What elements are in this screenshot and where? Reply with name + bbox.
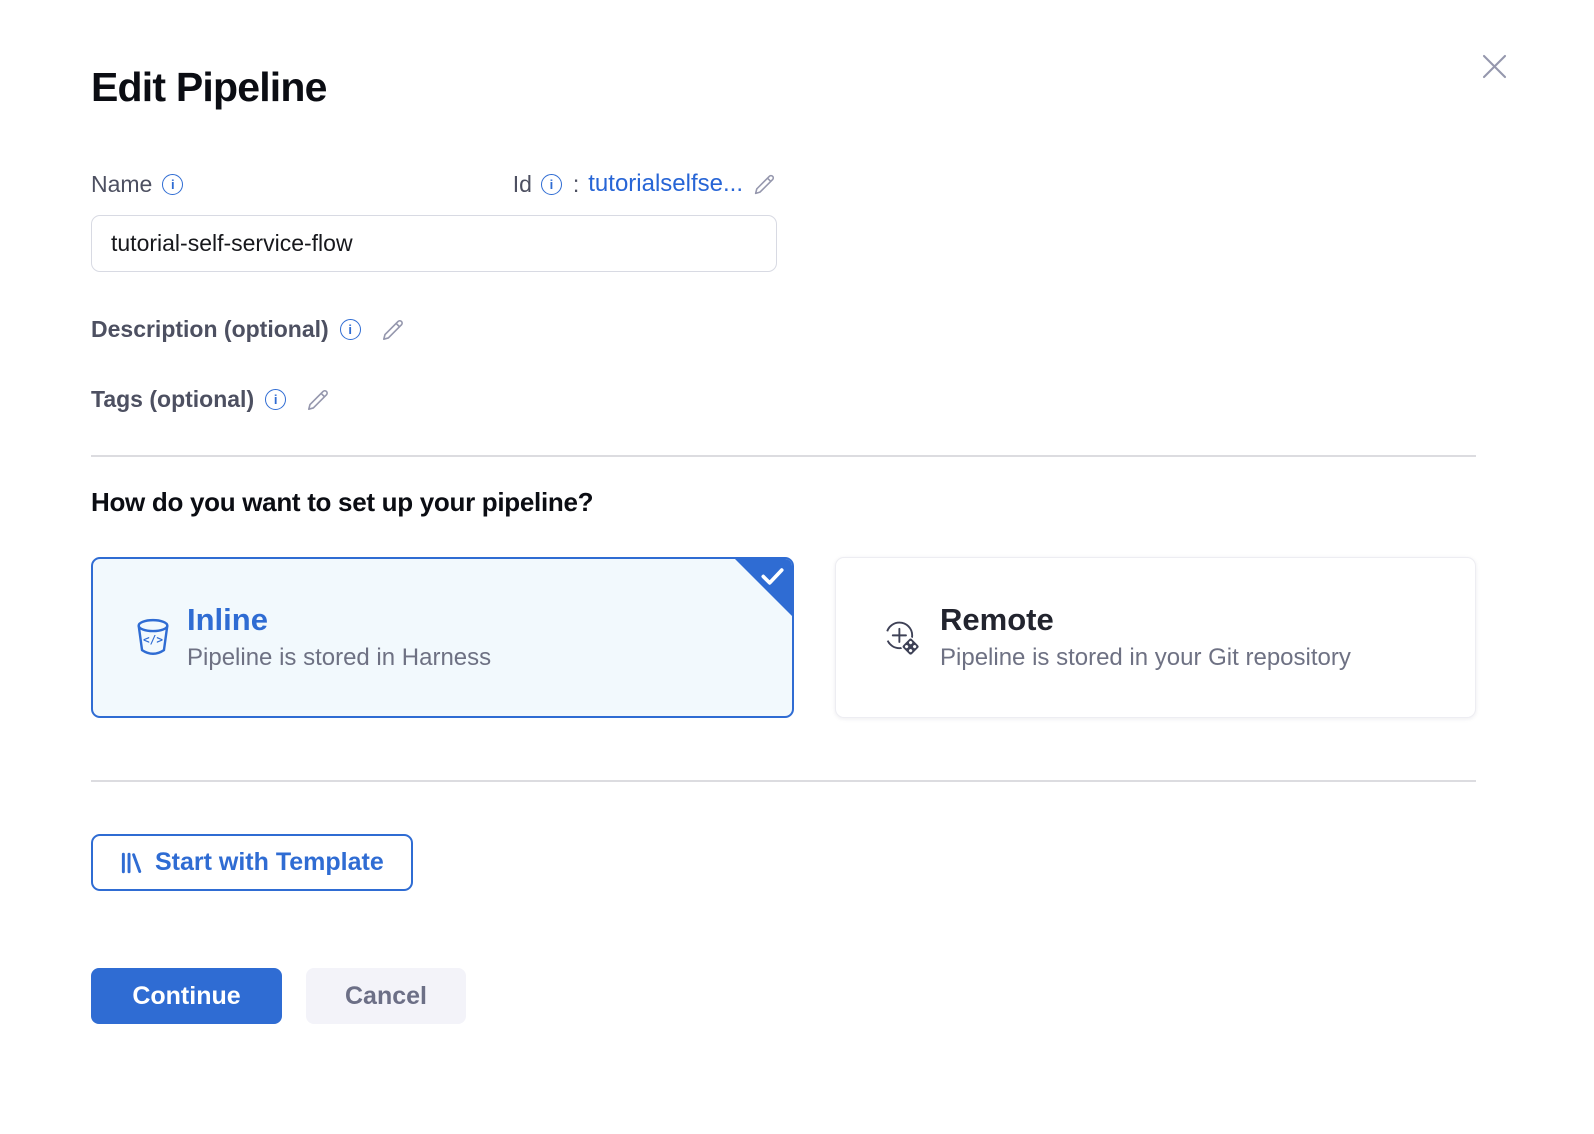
inline-card-description: Pipeline is stored in Harness <box>187 644 491 673</box>
edit-pipeline-modal: Edit Pipeline Name i Id i : tutorialself… <box>0 0 1594 1134</box>
action-buttons: Continue Cancel <box>91 968 1594 1024</box>
tags-label: Tags (optional) <box>91 386 254 413</box>
edit-pencil-icon <box>752 172 777 197</box>
template-library-icon <box>120 851 142 875</box>
cancel-button[interactable]: Cancel <box>306 968 466 1024</box>
edit-id-button[interactable] <box>752 172 777 197</box>
info-icon[interactable]: i <box>340 319 361 340</box>
info-icon[interactable]: i <box>162 174 183 195</box>
inline-card-title: Inline <box>187 602 491 638</box>
page-title: Edit Pipeline <box>91 0 1594 112</box>
name-id-row: Name i Id i : tutorialselfse... <box>91 170 777 198</box>
remote-card-title: Remote <box>940 602 1351 638</box>
close-icon <box>1479 51 1510 82</box>
info-icon[interactable]: i <box>265 389 286 410</box>
selected-corner-badge <box>735 559 792 616</box>
option-card-remote[interactable]: Remote Pipeline is stored in your Git re… <box>835 557 1476 718</box>
edit-description-button[interactable] <box>380 317 406 343</box>
description-row: Description (optional) i <box>91 316 1594 343</box>
remote-card-description: Pipeline is stored in your Git repositor… <box>940 644 1351 673</box>
name-label-group: Name i <box>91 171 183 198</box>
start-with-template-button[interactable]: Start with Template <box>91 834 413 891</box>
remote-git-icon <box>881 617 923 659</box>
edit-pencil-icon <box>380 317 406 343</box>
edit-pencil-icon <box>305 387 331 413</box>
pipeline-id-link[interactable]: tutorialselfse... <box>588 170 743 198</box>
remote-card-text: Remote Pipeline is stored in your Git re… <box>940 602 1351 673</box>
tags-row: Tags (optional) i <box>91 386 1594 413</box>
svg-text:</>: </> <box>143 633 163 646</box>
option-card-inline[interactable]: </> Inline Pipeline is stored in Harness <box>91 557 794 718</box>
store-type-options: </> Inline Pipeline is stored in Harness <box>91 557 1594 718</box>
id-group: Id i : tutorialselfse... <box>513 170 777 198</box>
id-separator: : <box>573 171 579 198</box>
edit-tags-button[interactable] <box>305 387 331 413</box>
divider <box>91 780 1476 782</box>
close-button[interactable] <box>1476 48 1512 84</box>
inline-harness-bucket-icon: </> <box>135 618 171 658</box>
id-label: Id <box>513 171 532 198</box>
pipeline-name-input[interactable] <box>91 215 777 272</box>
start-with-template-label: Start with Template <box>155 848 384 877</box>
inline-card-text: Inline Pipeline is stored in Harness <box>187 602 491 673</box>
info-icon[interactable]: i <box>541 174 562 195</box>
name-label: Name <box>91 171 152 198</box>
continue-button[interactable]: Continue <box>91 968 282 1024</box>
divider <box>91 455 1476 457</box>
setup-question: How do you want to set up your pipeline? <box>91 487 1594 518</box>
description-label: Description (optional) <box>91 316 329 343</box>
